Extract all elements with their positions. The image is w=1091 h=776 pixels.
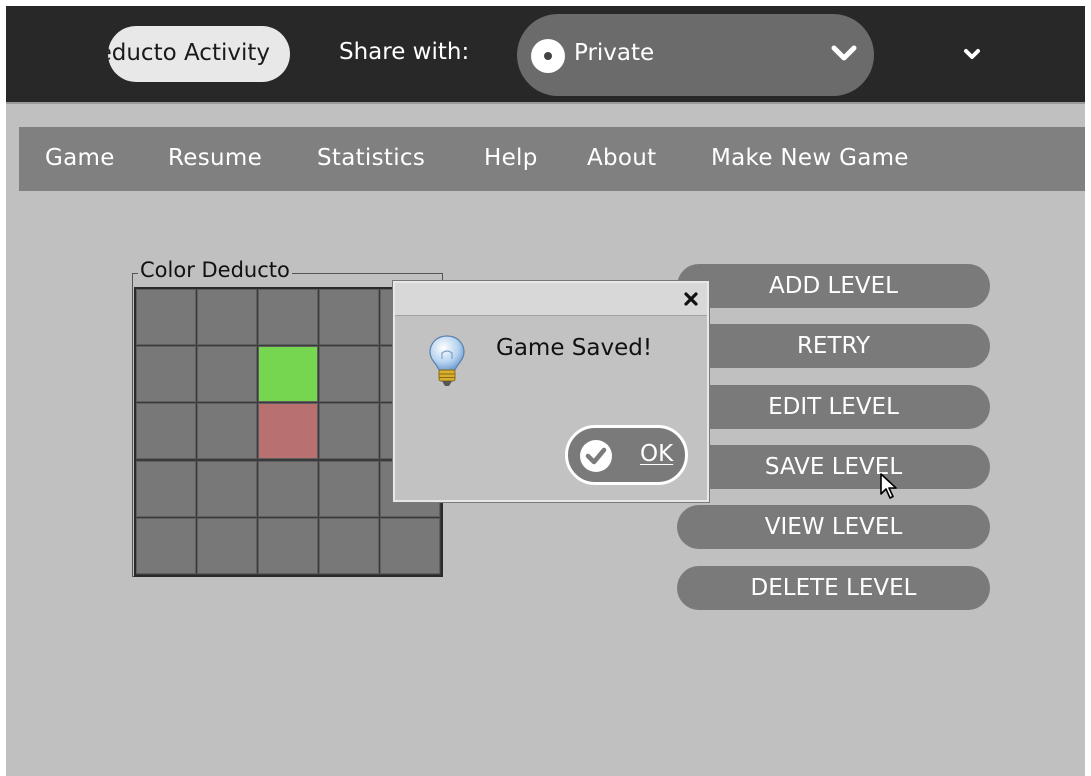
- board-cell[interactable]: [380, 517, 440, 574]
- ok-button[interactable]: OK: [565, 425, 688, 485]
- board-cell[interactable]: [136, 460, 196, 517]
- retry-button[interactable]: RETRY: [677, 324, 990, 368]
- toolbar-separator: [6, 102, 1085, 114]
- board-cell[interactable]: [197, 460, 257, 517]
- board-cell[interactable]: [197, 346, 257, 403]
- board-cell[interactable]: [197, 289, 257, 345]
- activity-name-field[interactable]: Deducto Activity: [108, 26, 290, 82]
- menu-bar: Game Resume Statistics Help About Make N…: [19, 127, 1085, 191]
- share-with-dropdown[interactable]: Private: [517, 14, 874, 96]
- lightbulb-icon: [429, 335, 465, 386]
- board-cell[interactable]: [319, 289, 379, 345]
- activity-toolbar: Deducto Activity Share with: Private: [6, 6, 1085, 102]
- private-radio-icon: [531, 39, 565, 73]
- ok-button-label: OK: [640, 441, 674, 467]
- board-cell[interactable]: [136, 517, 196, 574]
- delete-level-button[interactable]: DELETE LEVEL: [677, 566, 990, 610]
- board-cell[interactable]: [258, 403, 318, 460]
- chevron-down-icon: [831, 45, 857, 61]
- board-cell[interactable]: [136, 289, 196, 345]
- toolbar-expand-chevron-icon[interactable]: [963, 48, 981, 62]
- game-saved-dialog: Game Saved! OK: [393, 281, 709, 502]
- menu-item-about[interactable]: About: [587, 145, 657, 171]
- board-cell[interactable]: [136, 346, 196, 403]
- share-with-label: Share with:: [339, 39, 470, 65]
- menu-item-resume[interactable]: Resume: [168, 145, 262, 171]
- dialog-message: Game Saved!: [496, 335, 653, 361]
- board-cell[interactable]: [258, 517, 318, 574]
- activity-name-text[interactable]: Deducto Activity: [108, 40, 270, 66]
- board-cell[interactable]: [197, 403, 257, 460]
- board-cell[interactable]: [319, 346, 379, 403]
- share-with-value: Private: [574, 40, 655, 66]
- mouse-pointer-icon: [880, 473, 897, 499]
- board-cell[interactable]: [197, 517, 257, 574]
- view-level-button[interactable]: VIEW LEVEL: [677, 505, 990, 549]
- activity-window: Deducto Activity Share with: Private Gam…: [6, 6, 1085, 776]
- menu-item-help[interactable]: Help: [484, 145, 538, 171]
- checkmark-icon: [580, 440, 612, 472]
- save-level-button[interactable]: SAVE LEVEL: [677, 445, 990, 489]
- menu-item-make-new-game[interactable]: Make New Game: [711, 145, 909, 171]
- board-cell[interactable]: [319, 460, 379, 517]
- menu-item-statistics[interactable]: Statistics: [317, 145, 425, 171]
- menu-item-game[interactable]: Game: [45, 145, 115, 171]
- add-level-button[interactable]: ADD LEVEL: [677, 264, 990, 308]
- board-title: Color Deducto: [138, 258, 292, 282]
- board-cell[interactable]: [319, 517, 379, 574]
- board-cell[interactable]: [258, 289, 318, 345]
- board-cell[interactable]: [258, 346, 318, 403]
- board-cell[interactable]: [319, 403, 379, 460]
- dialog-titlebar: [395, 283, 707, 316]
- board-cell[interactable]: [258, 460, 318, 517]
- board-cell[interactable]: [136, 403, 196, 460]
- edit-level-button[interactable]: EDIT LEVEL: [677, 385, 990, 429]
- close-icon[interactable]: [681, 289, 701, 309]
